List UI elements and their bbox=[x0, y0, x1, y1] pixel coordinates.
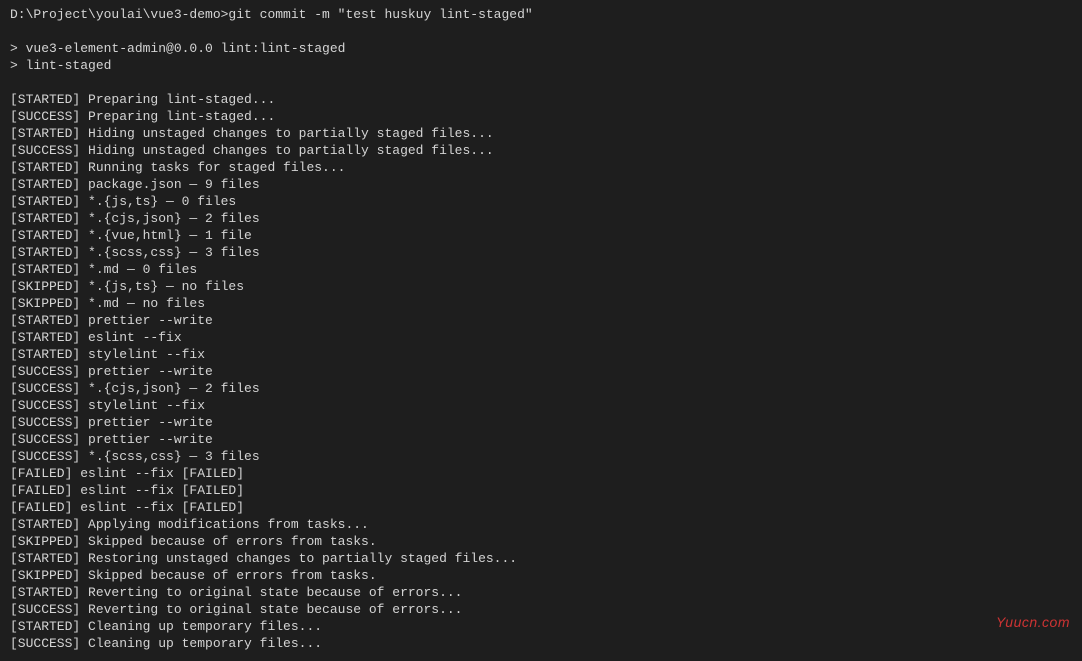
log-line: [STARTED] Restoring unstaged changes to … bbox=[10, 550, 1072, 567]
script-output-container: > vue3-element-admin@0.0.0 lint:lint-sta… bbox=[10, 40, 1072, 74]
log-line: [STARTED] package.json — 9 files bbox=[10, 176, 1072, 193]
blank-line bbox=[10, 74, 1072, 91]
log-line: [SUCCESS] stylelint --fix bbox=[10, 397, 1072, 414]
log-line: [FAILED] eslint --fix [FAILED] bbox=[10, 465, 1072, 482]
command-prompt-line: D:\Project\youlai\vue3-demo>git commit -… bbox=[10, 6, 1072, 23]
script-line: > vue3-element-admin@0.0.0 lint:lint-sta… bbox=[10, 40, 1072, 57]
log-line: [STARTED] Applying modifications from ta… bbox=[10, 516, 1072, 533]
log-line: [SUCCESS] prettier --write bbox=[10, 414, 1072, 431]
log-line: [STARTED] Cleaning up temporary files... bbox=[10, 618, 1072, 635]
log-line: [SUCCESS] Preparing lint-staged... bbox=[10, 108, 1072, 125]
log-line: [SKIPPED] *.md — no files bbox=[10, 295, 1072, 312]
log-line: [STARTED] Hiding unstaged changes to par… bbox=[10, 125, 1072, 142]
watermark-text: Yuucn.com bbox=[996, 614, 1070, 631]
log-line: [SUCCESS] Hiding unstaged changes to par… bbox=[10, 142, 1072, 159]
log-line: [SUCCESS] Cleaning up temporary files... bbox=[10, 635, 1072, 652]
log-line: [FAILED] eslint --fix [FAILED] bbox=[10, 482, 1072, 499]
script-line: > lint-staged bbox=[10, 57, 1072, 74]
log-line: [STARTED] *.{js,ts} — 0 files bbox=[10, 193, 1072, 210]
log-line: [STARTED] *.{vue,html} — 1 file bbox=[10, 227, 1072, 244]
log-line: [STARTED] *.{scss,css} — 3 files bbox=[10, 244, 1072, 261]
blank-line bbox=[10, 23, 1072, 40]
log-output-container: [STARTED] Preparing lint-staged...[SUCCE… bbox=[10, 91, 1072, 652]
log-line: [STARTED] Running tasks for staged files… bbox=[10, 159, 1072, 176]
log-line: [STARTED] prettier --write bbox=[10, 312, 1072, 329]
log-line: [SKIPPED] Skipped because of errors from… bbox=[10, 567, 1072, 584]
log-line: [STARTED] *.md — 0 files bbox=[10, 261, 1072, 278]
log-line: [SUCCESS] Reverting to original state be… bbox=[10, 601, 1072, 618]
log-line: [STARTED] Preparing lint-staged... bbox=[10, 91, 1072, 108]
log-line: [SUCCESS] *.{scss,css} — 3 files bbox=[10, 448, 1072, 465]
log-line: [SUCCESS] prettier --write bbox=[10, 431, 1072, 448]
log-line: [SKIPPED] Skipped because of errors from… bbox=[10, 533, 1072, 550]
log-line: [STARTED] *.{cjs,json} — 2 files bbox=[10, 210, 1072, 227]
log-line: [STARTED] eslint --fix bbox=[10, 329, 1072, 346]
log-line: [SUCCESS] *.{cjs,json} — 2 files bbox=[10, 380, 1072, 397]
log-line: [STARTED] stylelint --fix bbox=[10, 346, 1072, 363]
log-line: [STARTED] Reverting to original state be… bbox=[10, 584, 1072, 601]
log-line: [SUCCESS] prettier --write bbox=[10, 363, 1072, 380]
log-line: [SKIPPED] *.{js,ts} — no files bbox=[10, 278, 1072, 295]
log-line: [FAILED] eslint --fix [FAILED] bbox=[10, 499, 1072, 516]
